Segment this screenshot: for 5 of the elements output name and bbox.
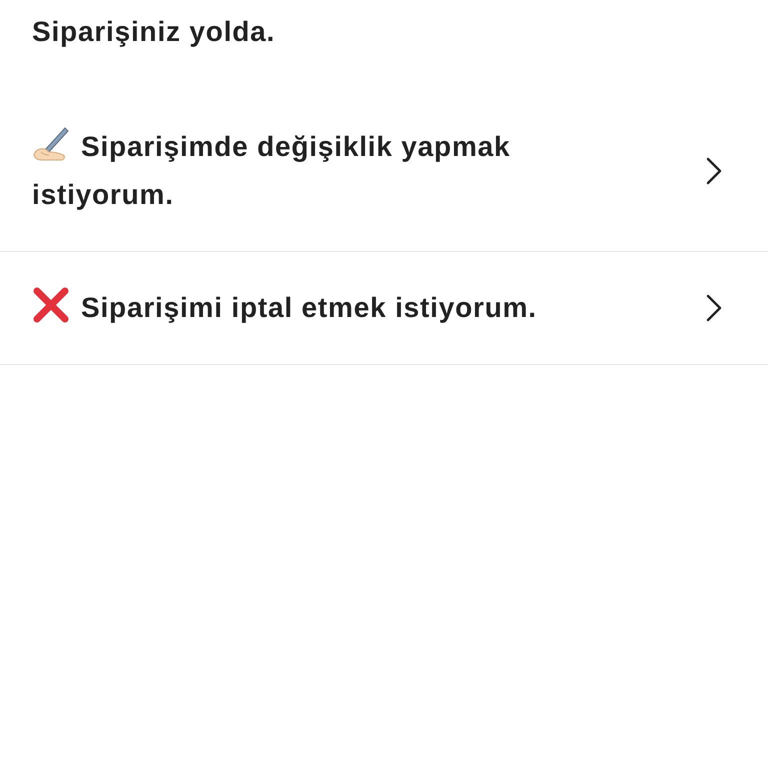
status-message: Siparişiniz yolda. bbox=[32, 15, 276, 49]
chevron-right-icon bbox=[706, 294, 722, 322]
chevron-right-icon bbox=[706, 157, 722, 185]
cross-icon bbox=[32, 286, 70, 324]
writing-hand-icon bbox=[32, 125, 70, 163]
